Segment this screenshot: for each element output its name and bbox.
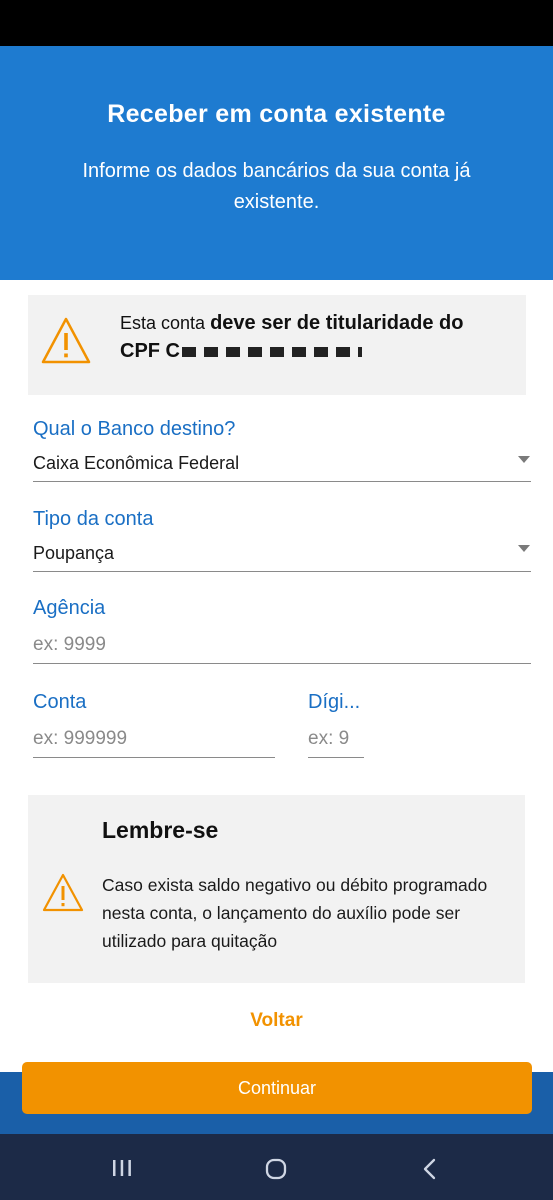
- ownership-warning-box: Esta conta deve ser de titularidade do C…: [28, 295, 526, 395]
- cpf-redacted: [182, 347, 362, 358]
- cpf-label: CPF C: [120, 340, 180, 362]
- bank-select[interactable]: Caixa Econômica Federal: [33, 453, 239, 474]
- digit-input[interactable]: ex: 9: [308, 728, 349, 750]
- warning-text-prefix: Esta conta: [120, 313, 211, 333]
- digit-underline: [308, 757, 364, 758]
- account-type-label: Tipo da conta: [33, 508, 154, 530]
- page-subtitle: Informe os dados bancários da sua conta …: [82, 160, 471, 213]
- warning-icon: [41, 317, 91, 364]
- account-type-select[interactable]: Poupança: [33, 543, 114, 564]
- reminder-title: Lembre-se: [102, 817, 219, 843]
- warning-icon: [42, 873, 84, 912]
- account-type-underline: [33, 571, 531, 572]
- account-label: Conta: [33, 691, 87, 713]
- account-type-dropdown-icon[interactable]: [518, 545, 530, 552]
- agency-input[interactable]: ex: 9999: [33, 634, 106, 656]
- reminder-text: Caso exista saldo negativo ou débito pro…: [102, 875, 488, 951]
- continue-button[interactable]: Continuar: [22, 1062, 532, 1114]
- warning-text-bold: deve ser de titularidade do: [210, 312, 464, 334]
- home-icon[interactable]: [264, 1158, 288, 1180]
- back-button[interactable]: Voltar: [0, 1010, 553, 1032]
- ownership-warning-text: Esta conta deve ser de titularidade do C…: [120, 309, 520, 365]
- digit-label: Dígi...: [308, 691, 361, 713]
- agency-label: Agência: [33, 597, 106, 619]
- header: Receber em conta existente Informe os da…: [0, 46, 553, 280]
- recent-apps-icon[interactable]: [111, 1158, 133, 1178]
- back-icon[interactable]: [420, 1158, 440, 1180]
- reminder-box: Lembre-se Caso exista saldo negativo ou …: [28, 795, 525, 983]
- agency-underline: [33, 663, 531, 664]
- system-nav-bar: [0, 1134, 553, 1200]
- page-title: Receber em conta existente: [107, 100, 446, 128]
- account-input[interactable]: ex: 999999: [33, 728, 127, 750]
- bank-underline: [33, 481, 531, 482]
- bank-dropdown-icon[interactable]: [518, 456, 530, 463]
- account-underline: [33, 757, 275, 758]
- bank-label: Qual o Banco destino?: [33, 418, 236, 440]
- status-bar: [0, 0, 553, 46]
